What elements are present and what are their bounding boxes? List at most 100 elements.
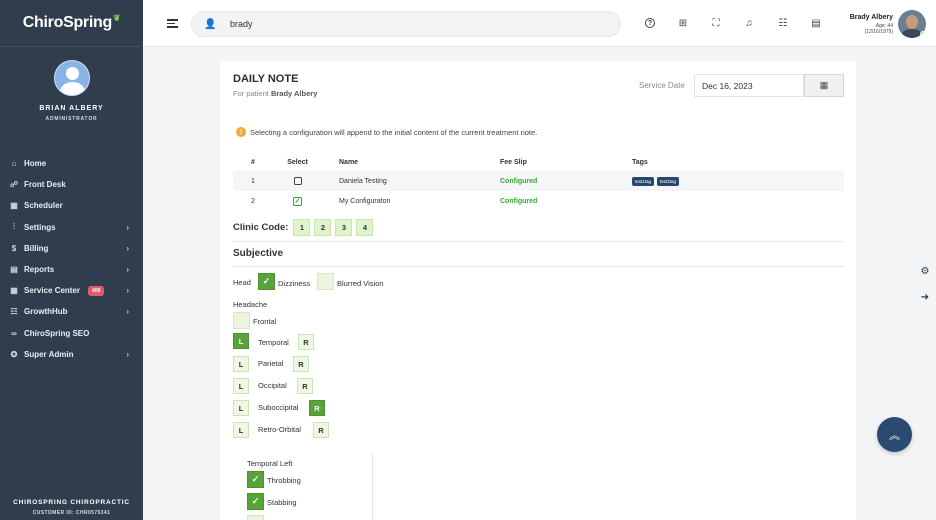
user-profile: BRIAN ALBERY ADMINISTRATOR — [0, 47, 143, 139]
sidebar-item-label: Home — [24, 159, 47, 169]
patient-dob: (12/16/1979) — [864, 28, 893, 35]
help-icon[interactable]: ? — [643, 16, 657, 30]
sidebar-item-label: GrowthHub — [24, 307, 68, 317]
settings-gears-icon[interactable]: ⚙ — [914, 260, 936, 282]
profile-name: BRIAN ALBERY — [39, 105, 104, 112]
stabbing-checkbox[interactable]: ✓ — [247, 493, 264, 510]
sidebar-item-billing[interactable]: $ Billing › — [0, 238, 143, 259]
page-title: DAILY NOTE — [233, 73, 299, 85]
parietal-right-button[interactable]: R — [293, 356, 309, 372]
sidebar-item-label: Super Admin — [24, 349, 74, 359]
chevron-right-icon: › — [126, 286, 129, 296]
link-icon: ∞ — [11, 328, 17, 338]
brand-logo[interactable]: ChiroSpring ❦ — [0, 0, 143, 47]
document-icon[interactable]: ▤ — [809, 16, 823, 30]
table-header: # Select Name Fee Slip Tags — [251, 158, 648, 166]
subjective-title: Subjective — [233, 248, 284, 259]
topbar: 👤 ? ⊞ ⛶ ♫ ☷ ▤ Brady Albery Age: 44 (12/1… — [143, 0, 936, 47]
throbbing-checkbox[interactable]: ✓ — [247, 471, 264, 488]
side-tools: ⚙ ➜ — [914, 260, 936, 312]
calendar-icon: ▦ — [10, 201, 18, 211]
sidebar-item-reports[interactable]: ▤ Reports › — [0, 259, 143, 280]
retro-orbital-right-button[interactable]: R — [313, 422, 329, 438]
suboccipital-label: Suboccipital — [258, 403, 299, 412]
occipital-label: Occipital — [258, 381, 287, 390]
sidebar-item-scheduler[interactable]: ▦ Scheduler — [0, 195, 143, 216]
throbbing-label: Throbbing — [267, 476, 301, 485]
practice-name: CHIROSPRING CHIROPRACTIC — [13, 499, 130, 506]
sidebar-item-front-desk[interactable]: ☍ Front Desk — [0, 174, 143, 195]
temporal-right-button[interactable]: R — [298, 334, 314, 350]
clinic-code-1[interactable]: 1 — [293, 219, 311, 236]
suboccipital-left-button[interactable]: L — [233, 400, 249, 416]
occipital-left-button[interactable]: L — [233, 378, 249, 394]
temporal-left-title: Temporal Left — [247, 459, 293, 468]
select-checkbox-checked[interactable]: ✓ — [293, 196, 302, 206]
chevrons-up-icon: ︽ — [889, 429, 900, 442]
sliders-icon: ⫶ — [13, 222, 15, 232]
grid-icon: ▦ — [10, 286, 18, 296]
leaf-icon: ❦ — [112, 12, 121, 23]
sidebar-footer: CHIROSPRING CHIROPRACTIC CUSTOMER ID: CH… — [0, 499, 143, 516]
patient-avatar[interactable] — [898, 10, 926, 38]
home-icon: ⌂ — [11, 159, 17, 169]
sidebar-item-chirospring-seo[interactable]: ∞ ChiroSpring SEO — [0, 323, 143, 344]
sidebar-item-label: Settings — [24, 222, 56, 232]
temporal-left-button[interactable]: L — [233, 333, 249, 349]
blurred-vision-checkbox[interactable] — [317, 273, 334, 290]
gift-icon[interactable]: ⊞ — [676, 16, 690, 30]
chevron-right-icon: › — [126, 307, 129, 317]
add-user-icon[interactable]: 👤 — [204, 19, 218, 30]
service-date-input[interactable]: Dec 16, 2023 — [694, 74, 804, 97]
calendar-icon[interactable]: ▦ — [804, 74, 844, 97]
sidebar-item-settings[interactable]: ⫶ Settings › — [0, 217, 143, 238]
table-row[interactable]: 1 Daniela Testing Configured test1tag te… — [233, 171, 844, 191]
menu-icon[interactable] — [167, 19, 178, 30]
clinic-code-2[interactable]: 2 — [314, 219, 332, 236]
select-checkbox[interactable] — [293, 177, 302, 185]
chevron-right-icon: › — [126, 265, 129, 275]
profile-role: ADMINISTRATOR — [45, 116, 98, 122]
sidebar-item-home[interactable]: ⌂ Home — [0, 153, 143, 174]
scroll-to-top-button[interactable]: ︽ — [877, 417, 912, 452]
clinic-code: Clinic Code: 1 2 3 4 — [233, 219, 374, 236]
temporal-option-checkbox[interactable] — [247, 515, 264, 520]
patient-subtitle: For patient Brady Albery — [233, 89, 318, 98]
service-date-label: Service Date — [639, 81, 685, 90]
sidebar-item-super-admin[interactable]: ✪ Super Admin › — [0, 344, 143, 365]
dizziness-label: Dizziness — [278, 279, 311, 288]
sidebar-item-label: ChiroSpring SEO — [24, 328, 90, 338]
sidebar-nav: ⌂ Home ☍ Front Desk ▦ Scheduler ⫶ Settings › $ Bil… — [0, 153, 143, 365]
clinic-code-3[interactable]: 3 — [335, 219, 353, 236]
occipital-right-button[interactable]: R — [297, 378, 313, 394]
sidebar-item-service-center[interactable]: ▦ Service Center 406 › — [0, 280, 143, 301]
customer-id: CUSTOMER ID: CHR0575341 — [32, 510, 111, 516]
bell-icon[interactable]: ♫ — [742, 16, 756, 30]
dollar-icon: $ — [11, 243, 17, 253]
frontal-checkbox[interactable] — [233, 312, 250, 329]
users-icon[interactable]: ☷ — [776, 16, 790, 30]
sidebar-item-label: Service Center — [24, 286, 81, 296]
daily-note-card: DAILY NOTE For patient Brady Albery Serv… — [220, 61, 856, 520]
sidebar-item-growthhub[interactable]: ☷ GrowthHub › — [0, 301, 143, 322]
head-label: Head — [233, 278, 251, 287]
patient-search: 👤 — [191, 11, 621, 37]
stabbing-label: Stabbing — [267, 498, 297, 507]
table-row[interactable]: 2 ✓ My Configuraton Configured — [233, 191, 844, 211]
avatar[interactable] — [53, 60, 90, 96]
fullscreen-icon[interactable]: ⛶ — [709, 16, 723, 30]
login-arrow-icon[interactable]: ➜ — [914, 286, 936, 308]
search-input[interactable] — [230, 19, 610, 29]
sidebar-item-label: Billing — [24, 243, 49, 253]
patient-header[interactable]: Brady Albery Age: 44 (12/16/1979) — [850, 8, 926, 40]
patient-name: Brady Albery — [849, 13, 893, 21]
retro-orbital-left-button[interactable]: L — [233, 422, 249, 438]
users-icon: ☷ — [10, 307, 18, 317]
temporal-label: Temporal — [258, 338, 289, 347]
clinic-code-4[interactable]: 4 — [356, 219, 374, 236]
parietal-left-button[interactable]: L — [233, 356, 249, 372]
dizziness-checkbox[interactable]: ✓ — [258, 273, 275, 290]
count-badge: 406 — [88, 285, 105, 296]
divider — [233, 241, 844, 242]
suboccipital-right-button[interactable]: R — [309, 400, 325, 416]
